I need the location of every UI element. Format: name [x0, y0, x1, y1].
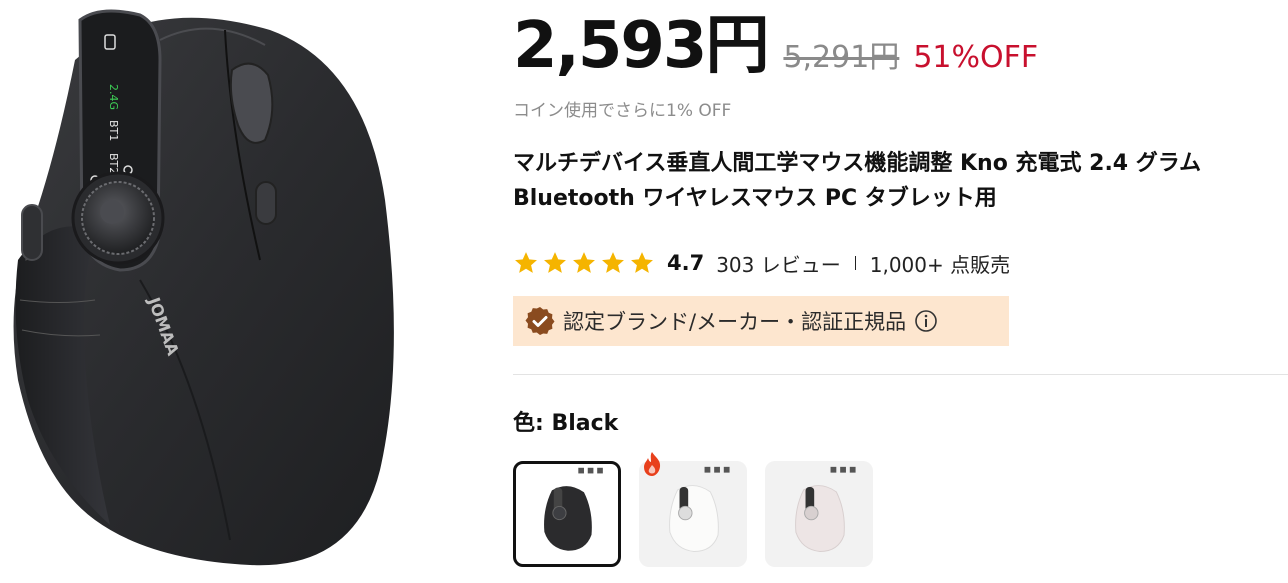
swatch-black-image [544, 467, 603, 551]
star-icon [544, 252, 566, 273]
swatch-white[interactable] [639, 452, 747, 567]
swatch-black[interactable] [513, 461, 621, 567]
svg-text:2.4G: 2.4G [107, 84, 120, 110]
price-row: 2,593円 5,291円 51%OFF [513, 14, 1038, 94]
color-label: 色: Black [513, 411, 619, 436]
star-icon [631, 252, 653, 273]
sold-count: 1,000+ 点販売 [869, 252, 1011, 277]
star-icon [573, 252, 595, 273]
section-divider [513, 374, 1288, 375]
swatch-pink-image [795, 466, 856, 553]
svg-text:BT2: BT2 [107, 153, 120, 174]
star-icon [602, 252, 624, 273]
review-count-link[interactable]: 303 レビュー [716, 249, 841, 278]
product-info-panel: 2,593円 5,291円 51%OFF コイン使用でさらに1% OFF マルチ… [513, 0, 1288, 583]
discount-label: 51%OFF [913, 40, 1039, 75]
swatch-pink[interactable] [765, 461, 873, 567]
original-price: 5,291円 [783, 40, 900, 75]
rating-value: 4.7 [667, 251, 705, 275]
star-rating[interactable] [513, 250, 655, 276]
color-swatches [513, 452, 873, 567]
certified-brand-badge[interactable]: 認定ブランド/メーカー・認証正規品 [513, 296, 1009, 346]
product-main-image[interactable]: 2.4G BT1 BT2 JOMAA [0, 0, 420, 583]
mouse-illustration: 2.4G BT1 BT2 JOMAA [13, 9, 394, 566]
svg-text:BT1: BT1 [107, 120, 120, 141]
verified-check-icon [525, 307, 555, 335]
current-price: 2,593円 [513, 9, 769, 83]
product-title: マルチデバイス垂直人間工学マウス機能調整 Kno 充電式 2.4 グラム Blu… [513, 151, 1202, 211]
swatch-white-image [669, 466, 730, 553]
divider [854, 256, 856, 270]
star-icon [515, 252, 537, 273]
coin-discount-note: コイン使用でさらに1% OFF [513, 101, 732, 121]
rating-row: 4.7 303 レビュー 1,000+ 点販売 [513, 248, 1010, 278]
badge-text: 認定ブランド/メーカー・認証正規品 [563, 310, 907, 334]
info-icon[interactable] [914, 309, 938, 333]
hot-flame-icon [644, 452, 661, 476]
